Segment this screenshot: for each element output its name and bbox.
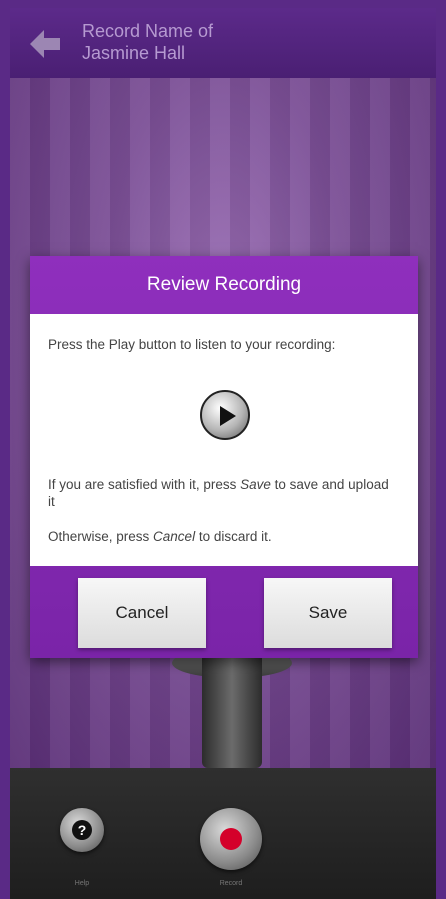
save-text-prefix: If you are satisfied with it, press	[48, 477, 241, 492]
cancel-button[interactable]: Cancel	[78, 578, 206, 648]
question-icon: ?	[72, 820, 92, 840]
dialog-body: Press the Play button to listen to your …	[30, 314, 418, 566]
review-recording-dialog: Review Recording Press the Play button t…	[30, 256, 418, 658]
cancel-text-suffix: to discard it.	[195, 529, 272, 544]
save-button[interactable]: Save	[264, 578, 392, 648]
play-icon	[220, 406, 236, 426]
dialog-save-text: If you are satisfied with it, press Save…	[48, 476, 398, 510]
page-title: Record Name of Jasmine Hall	[82, 21, 214, 63]
back-arrow-icon	[30, 30, 60, 58]
back-button[interactable]	[22, 22, 66, 66]
record-label: Record	[219, 880, 243, 887]
app-screen: Record Name of Jasmine Hall ? Help Recor…	[10, 8, 436, 899]
record-button[interactable]	[200, 808, 262, 870]
dialog-intro-text: Press the Play button to listen to your …	[48, 337, 336, 352]
dialog-actions: Cancel Save	[30, 566, 418, 658]
dialog-cancel-text: Otherwise, press Cancel to discard it.	[48, 528, 398, 545]
cancel-text-em: Cancel	[153, 529, 196, 544]
app-header: Record Name of Jasmine Hall	[10, 8, 436, 79]
dialog-title: Review Recording	[146, 274, 302, 295]
record-icon	[220, 828, 242, 850]
save-text-em: Save	[240, 477, 271, 492]
help-label: Help	[74, 880, 90, 887]
help-button[interactable]: ?	[60, 808, 104, 852]
microphone-stand	[202, 648, 262, 768]
cancel-text-prefix: Otherwise, press	[48, 529, 154, 544]
play-button[interactable]	[200, 390, 250, 440]
